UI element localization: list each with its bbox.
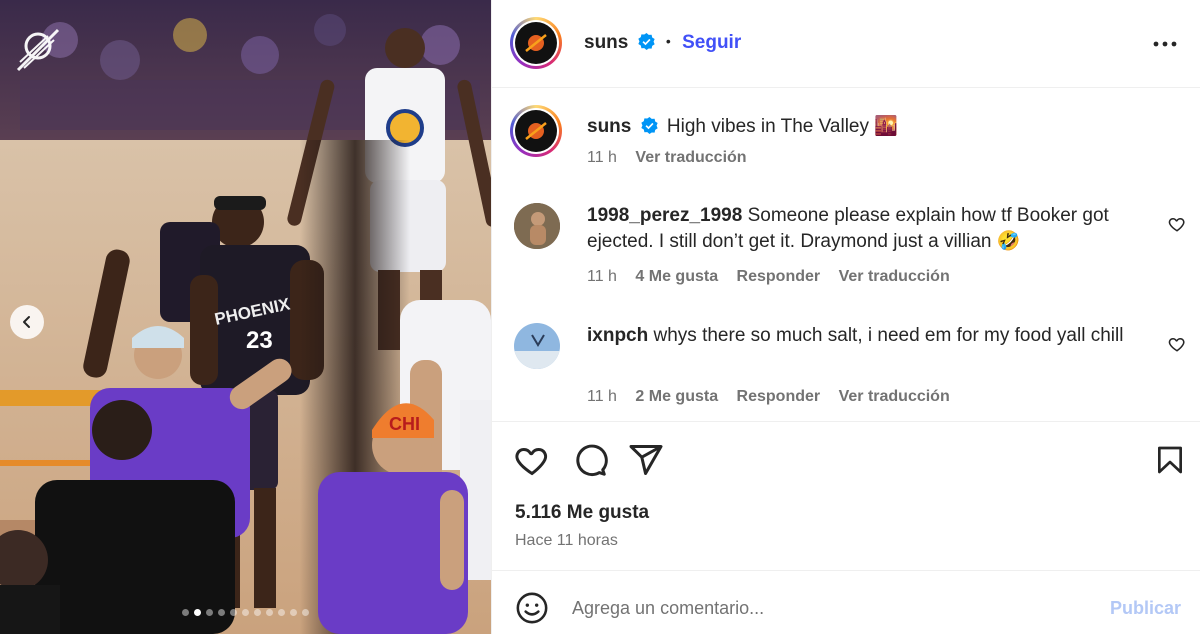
likes-count[interactable]: 5.116 Me gusta — [515, 502, 649, 524]
carousel-dot — [302, 609, 309, 616]
post-photo: PHOENIX 23 CHI — [0, 0, 491, 634]
commenter-avatar[interactable] — [514, 323, 560, 369]
chevron-left-icon — [23, 316, 30, 328]
comment-translate-link[interactable]: Ver traducción — [839, 268, 950, 285]
carousel-dot — [242, 609, 249, 616]
follow-button[interactable]: Seguir — [682, 32, 741, 53]
caption-username[interactable]: suns — [587, 116, 631, 137]
post-header: suns • Seguir — [492, 0, 1200, 88]
comment-composer: Publicar — [492, 570, 1200, 634]
comment-translate-link[interactable]: Ver traducción — [839, 388, 950, 405]
comment-like-icon[interactable] — [1168, 335, 1186, 353]
emoji-icon[interactable] — [515, 591, 549, 625]
comment-username[interactable]: ixnpch — [587, 325, 648, 346]
caption: suns High vibes in The Valley 🌇 11 h Ver… — [492, 98, 1200, 178]
carousel-dot — [194, 609, 201, 616]
post-details-panel: suns • Seguir suns High vibes in The Val… — [491, 0, 1200, 634]
comment-likes[interactable]: 2 Me gusta — [635, 388, 718, 405]
post-timestamp: Hace 11 horas — [515, 532, 618, 549]
carousel-dot — [290, 609, 297, 616]
more-horizontal-icon — [1153, 41, 1177, 47]
comment-reply-button[interactable]: Responder — [737, 268, 821, 285]
caption-time: 11 h — [587, 149, 617, 166]
suns-logo-icon — [525, 122, 547, 140]
carousel-dots — [0, 603, 491, 621]
post-actions: 5.116 Me gusta Hace 11 horas — [492, 421, 1200, 570]
comment-item: ixnpch whys there so much salt, i need e… — [492, 318, 1200, 418]
header-separator: • — [665, 33, 671, 49]
carousel-prev-button[interactable] — [10, 305, 44, 339]
comment-text: whys there so much salt, i need em for m… — [653, 325, 1124, 346]
carousel-dot — [182, 609, 189, 616]
more-options-button[interactable] — [1150, 34, 1180, 54]
comment-like-icon[interactable] — [1168, 215, 1186, 233]
carousel-dot — [218, 609, 225, 616]
verified-badge-icon — [640, 117, 658, 134]
comment-time: 11 h — [587, 388, 617, 405]
cap-text: CHI — [389, 414, 420, 434]
carousel-dot — [266, 609, 273, 616]
caption-emoji: 🌇 — [874, 116, 898, 137]
commenter-avatar[interactable] — [514, 203, 560, 249]
comment-username[interactable]: 1998_perez_1998 — [587, 205, 742, 226]
carousel-dot — [230, 609, 237, 616]
author-avatar[interactable] — [510, 17, 562, 69]
suns-logo-icon — [525, 34, 547, 52]
verified-badge-icon — [637, 33, 655, 50]
caption-avatar[interactable] — [510, 105, 562, 157]
comment-bubble-icon[interactable] — [572, 442, 608, 478]
publish-button[interactable]: Publicar — [1110, 598, 1181, 619]
jersey-number-text: 23 — [246, 327, 273, 354]
carousel-dot — [206, 609, 213, 616]
share-icon[interactable] — [628, 442, 664, 478]
comment-input[interactable] — [572, 589, 1072, 627]
author-username[interactable]: suns — [584, 32, 628, 53]
comment-reply-button[interactable]: Responder — [737, 388, 821, 405]
carousel-dot — [254, 609, 261, 616]
post-media: PHOENIX 23 CHI — [0, 0, 491, 634]
comment-likes[interactable]: 4 Me gusta — [635, 268, 718, 285]
comment-time: 11 h — [587, 268, 617, 285]
save-bookmark-icon[interactable] — [1154, 443, 1186, 477]
caption-text: High vibes in The Valley — [666, 116, 869, 137]
comment-item: 1998_perez_1998 Someone please explain h… — [492, 198, 1200, 298]
like-heart-icon[interactable] — [514, 442, 550, 478]
caption-translate-link[interactable]: Ver traducción — [635, 149, 746, 166]
carousel-dot — [278, 609, 285, 616]
